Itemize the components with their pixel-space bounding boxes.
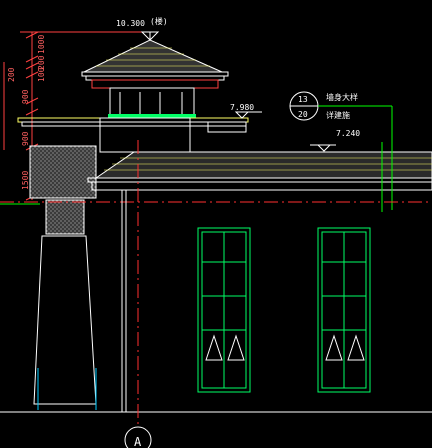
elevation-7240: 7.240 [336, 129, 360, 138]
top-elevation-label: 10.300 [116, 19, 145, 28]
axis-bubble-label: A [134, 435, 142, 448]
elevation-triangle-icon [316, 144, 332, 152]
window-left [197, 227, 251, 393]
elevation-7980: 7.980 [230, 103, 254, 112]
detail-ref: 详建施 [326, 110, 350, 120]
left-column [33, 235, 97, 405]
elevation-triangle-icon [234, 111, 250, 119]
elevation-drawing: 1000 200 100 900 200 900 1500 10.300 (楼) [0, 16, 432, 448]
cupola-roof [81, 39, 229, 89]
window-right [317, 227, 371, 393]
main-eave [87, 151, 432, 191]
dim-100: 100 [37, 67, 46, 82]
detail-sheet: 20 [298, 110, 308, 119]
top-elevation-note: (楼) [150, 16, 168, 26]
pier-head [29, 145, 97, 199]
cupola-body [109, 87, 195, 119]
dim-1000: 1000 [37, 35, 46, 54]
pier-neck [45, 199, 85, 235]
detail-number: 13 [298, 95, 308, 104]
dim-900b: 900 [21, 131, 30, 146]
dim-200b: 200 [7, 67, 16, 82]
dim-1500: 1500 [21, 171, 30, 190]
detail-title: 墙身大样 [326, 92, 358, 102]
dim-900: 900 [21, 89, 30, 104]
